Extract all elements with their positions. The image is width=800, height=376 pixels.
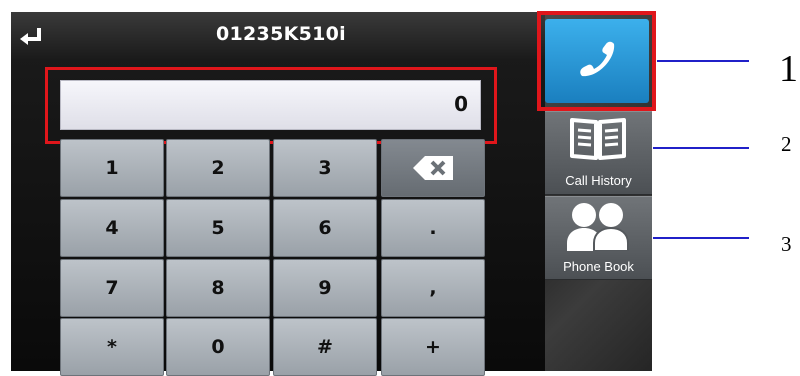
- contacts-icon: [567, 203, 629, 251]
- key-star[interactable]: *: [60, 318, 164, 376]
- device-title: 01235K510i: [216, 23, 346, 45]
- key-4[interactable]: 4: [60, 199, 164, 257]
- key-hash[interactable]: #: [273, 318, 377, 376]
- callout-number-2: 2: [781, 132, 792, 156]
- display-highlight-frame: 0: [45, 67, 497, 144]
- callout-number-1: 1: [779, 48, 798, 90]
- key-9[interactable]: 9: [273, 259, 377, 317]
- key-7[interactable]: 7: [60, 259, 164, 317]
- call-highlight-frame: [537, 11, 656, 111]
- number-display[interactable]: 0: [60, 80, 481, 130]
- key-8[interactable]: 8: [166, 259, 270, 317]
- callout-number-3: 3: [781, 232, 792, 256]
- backspace-key[interactable]: [381, 139, 485, 197]
- key-dot[interactable]: .: [381, 199, 485, 257]
- book-icon: [570, 118, 626, 160]
- call-history-button[interactable]: Call History: [545, 111, 652, 195]
- call-history-label: Call History: [565, 173, 632, 188]
- key-0[interactable]: 0: [166, 318, 270, 376]
- key-6[interactable]: 6: [273, 199, 377, 257]
- key-1[interactable]: 1: [60, 139, 164, 197]
- dialer-panel: 01235K510i 0 1 2 3 4 5 6 . 7 8 9 , * 0 #…: [11, 12, 551, 376]
- key-plus[interactable]: +: [381, 318, 485, 376]
- key-5[interactable]: 5: [166, 199, 270, 257]
- key-3[interactable]: 3: [273, 139, 377, 197]
- phone-book-label: Phone Book: [563, 259, 634, 274]
- callout-line-2: [653, 147, 749, 149]
- title-bar: 01235K510i: [11, 12, 551, 60]
- key-2[interactable]: 2: [166, 139, 270, 197]
- phone-book-button[interactable]: Phone Book: [545, 196, 652, 280]
- callout-line-1: [657, 60, 749, 62]
- display-value: 0: [454, 92, 468, 116]
- key-comma[interactable]: ,: [381, 259, 485, 317]
- backspace-icon: [413, 156, 453, 180]
- callout-line-3: [653, 237, 749, 239]
